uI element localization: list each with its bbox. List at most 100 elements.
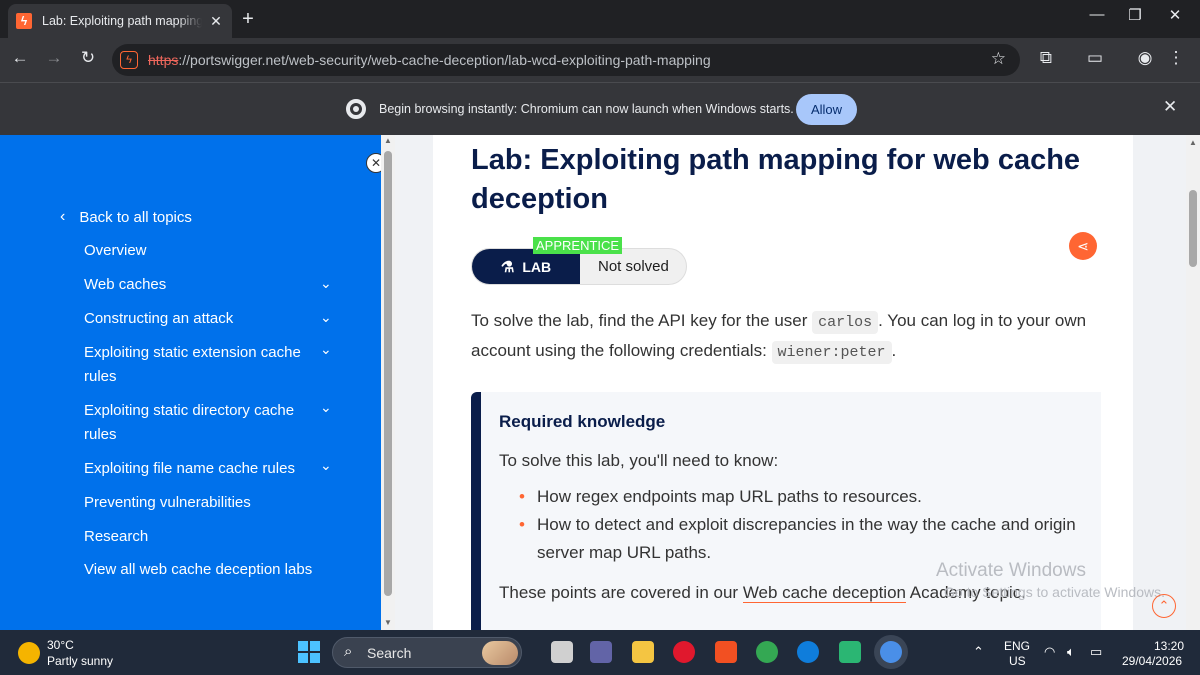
- back-arrow-icon[interactable]: ←: [8, 48, 32, 68]
- opera-icon[interactable]: [673, 641, 695, 663]
- restore-icon[interactable]: ❐: [1125, 6, 1145, 24]
- sidebar-item-file-name-rules[interactable]: Exploiting file name cache rules: [84, 457, 324, 481]
- chevron-down-icon[interactable]: ⌄: [320, 275, 332, 292]
- chromium-taskbar-icon[interactable]: [880, 641, 902, 663]
- reload-icon[interactable]: ↻: [76, 48, 100, 68]
- intro-text-3: .: [891, 341, 897, 360]
- sidebar-item-preventing-vulnerabilities[interactable]: Preventing vulnerabilities: [84, 491, 344, 515]
- allow-button[interactable]: Allow: [796, 94, 857, 125]
- flask-icon: ⚗: [500, 258, 515, 276]
- weather-description[interactable]: Partly sunny: [47, 654, 113, 668]
- sidebar-item-research[interactable]: Research: [84, 525, 309, 549]
- activation-watermark-text: Go to Settings to activate Windows.: [944, 584, 1165, 600]
- store-icon[interactable]: [715, 641, 737, 663]
- chevron-left-icon: ‹: [60, 208, 66, 225]
- portswigger-favicon-icon: ϟ: [16, 13, 32, 29]
- sidebar-scrollbar[interactable]: ▲ ▼: [381, 135, 395, 630]
- menu-kebab-icon[interactable]: ⋮: [1164, 48, 1188, 68]
- chevron-down-icon[interactable]: ⌄: [320, 341, 332, 358]
- level-badge: APPRENTICE: [533, 237, 623, 254]
- back-to-topics-link[interactable]: ‹ Back to all topics: [60, 208, 192, 226]
- weather-sun-icon[interactable]: [18, 642, 40, 664]
- scroll-up-icon[interactable]: ▲: [1189, 138, 1197, 147]
- file-explorer-icon[interactable]: [632, 641, 654, 663]
- sidebar-scroll-thumb[interactable]: [384, 151, 392, 596]
- infobar-message: Begin browsing instantly: Chromium can n…: [379, 102, 794, 116]
- page-scroll-thumb[interactable]: [1189, 190, 1197, 267]
- address-bar[interactable]: ϟ https://portswigger.net/web-security/w…: [112, 44, 1020, 76]
- search-label: Search: [367, 645, 412, 661]
- lab-pill: ⚗ LAB: [472, 249, 580, 284]
- knowledge-list: How regex endpoints map URL paths to res…: [499, 483, 1079, 567]
- share-icon[interactable]: ⋖: [1069, 232, 1097, 260]
- windows-taskbar: 30°C Partly sunny ⌕ Search ⌃ ENG US ◠ 🔈︎…: [0, 630, 1200, 675]
- minimize-icon[interactable]: —: [1087, 6, 1107, 23]
- wifi-icon[interactable]: ◠: [1044, 644, 1055, 660]
- chromium-infobar: Begin browsing instantly: Chromium can n…: [0, 82, 1200, 135]
- volume-icon[interactable]: 🔈︎: [1067, 644, 1075, 660]
- back-link-label: Back to all topics: [79, 208, 192, 226]
- chrome-icon[interactable]: [756, 641, 778, 663]
- topic-sidebar: ‹ Back to all topics Overview Web caches…: [0, 135, 381, 630]
- credentials-code: wiener:peter: [771, 341, 892, 364]
- input-region[interactable]: US: [1009, 654, 1026, 668]
- infobar-close-icon[interactable]: ✕: [1163, 97, 1177, 117]
- knowledge-intro: To solve this lab, you'll need to know:: [499, 451, 779, 470]
- sidebar-item-overview[interactable]: Overview: [84, 239, 309, 263]
- profile-icon[interactable]: ◉: [1133, 48, 1157, 68]
- url-scheme: https: [148, 52, 179, 68]
- bookmark-star-icon[interactable]: ☆: [991, 49, 1006, 69]
- task-view-icon[interactable]: [551, 641, 573, 663]
- show-hidden-icons[interactable]: ⌃: [973, 644, 984, 660]
- sidebar-item-static-extension-rules[interactable]: Exploiting static extension cache rules: [84, 341, 309, 389]
- input-language[interactable]: ENG: [1004, 639, 1030, 653]
- list-item: How to detect and exploit discrepancies …: [499, 511, 1079, 567]
- browser-toolbar: ← → ↻ ϟ https://portswigger.net/web-secu…: [0, 38, 1200, 82]
- clock-time[interactable]: 13:20: [1154, 639, 1184, 653]
- url-rest: ://portswigger.net/web-security/web-cach…: [178, 52, 711, 68]
- new-tab-button[interactable]: +: [238, 8, 258, 31]
- list-item: How regex endpoints map URL paths to res…: [499, 483, 1079, 511]
- footer-prefix: These points are covered in our: [499, 583, 743, 602]
- scroll-up-icon[interactable]: ▲: [384, 136, 392, 145]
- taskbar-search[interactable]: ⌕ Search: [332, 637, 522, 668]
- sidebar-item-static-directory-rules[interactable]: Exploiting static directory cache rules: [84, 399, 309, 447]
- browser-tab[interactable]: ϟ Lab: Exploiting path mapping for web c…: [8, 4, 232, 38]
- lab-label: LAB: [522, 258, 552, 275]
- forward-arrow-icon[interactable]: →: [42, 48, 66, 68]
- chevron-down-icon[interactable]: ⌄: [320, 309, 332, 326]
- lab-description: To solve the lab, find the API key for t…: [471, 307, 1091, 367]
- edge-icon[interactable]: [797, 641, 819, 663]
- tab-strip: ϟ Lab: Exploiting path mapping for web c…: [0, 0, 1200, 38]
- chevron-down-icon[interactable]: ⌄: [320, 457, 332, 474]
- page-content: ‹ Back to all topics Overview Web caches…: [0, 135, 1200, 630]
- cast-icon[interactable]: ▭: [1083, 48, 1107, 68]
- burp-icon[interactable]: [839, 641, 861, 663]
- tab-title: Lab: Exploiting path mapping for web cac…: [42, 14, 202, 28]
- clock-date[interactable]: 29/04/2026: [1122, 654, 1182, 668]
- search-icon: ⌕: [344, 643, 353, 660]
- teams-icon[interactable]: [590, 641, 612, 663]
- search-highlight-image: [482, 641, 518, 665]
- sidebar-item-web-caches[interactable]: Web caches: [84, 273, 309, 297]
- extensions-icon[interactable]: ⧉: [1034, 48, 1058, 68]
- status-text: Not solved: [598, 258, 669, 275]
- page-scrollbar[interactable]: ▲: [1186, 135, 1200, 630]
- sidebar-item-view-all-labs[interactable]: View all web cache deception labs: [84, 558, 364, 582]
- tab-close-icon[interactable]: ✕: [208, 13, 224, 30]
- battery-icon[interactable]: ▭: [1090, 644, 1102, 660]
- window-close-icon[interactable]: ✕: [1165, 6, 1185, 24]
- activation-watermark-title: Activate Windows: [936, 560, 1086, 581]
- url-text[interactable]: https://portswigger.net/web-security/web…: [148, 52, 711, 68]
- weather-temperature[interactable]: 30°C: [47, 638, 74, 652]
- web-cache-deception-link[interactable]: Web cache deception: [742, 583, 906, 603]
- windows-start-icon[interactable]: [298, 641, 320, 663]
- username-code: carlos: [812, 311, 879, 334]
- knowledge-title: Required knowledge: [499, 412, 666, 431]
- scroll-to-top-icon[interactable]: ⌃: [1152, 594, 1176, 618]
- site-info-icon[interactable]: ϟ: [120, 51, 138, 69]
- sidebar-item-constructing-attack[interactable]: Constructing an attack: [84, 307, 309, 331]
- chevron-down-icon[interactable]: ⌄: [320, 399, 332, 416]
- page-title: Lab: Exploiting path mapping for web cac…: [471, 144, 1081, 215]
- scroll-down-icon[interactable]: ▼: [384, 618, 392, 627]
